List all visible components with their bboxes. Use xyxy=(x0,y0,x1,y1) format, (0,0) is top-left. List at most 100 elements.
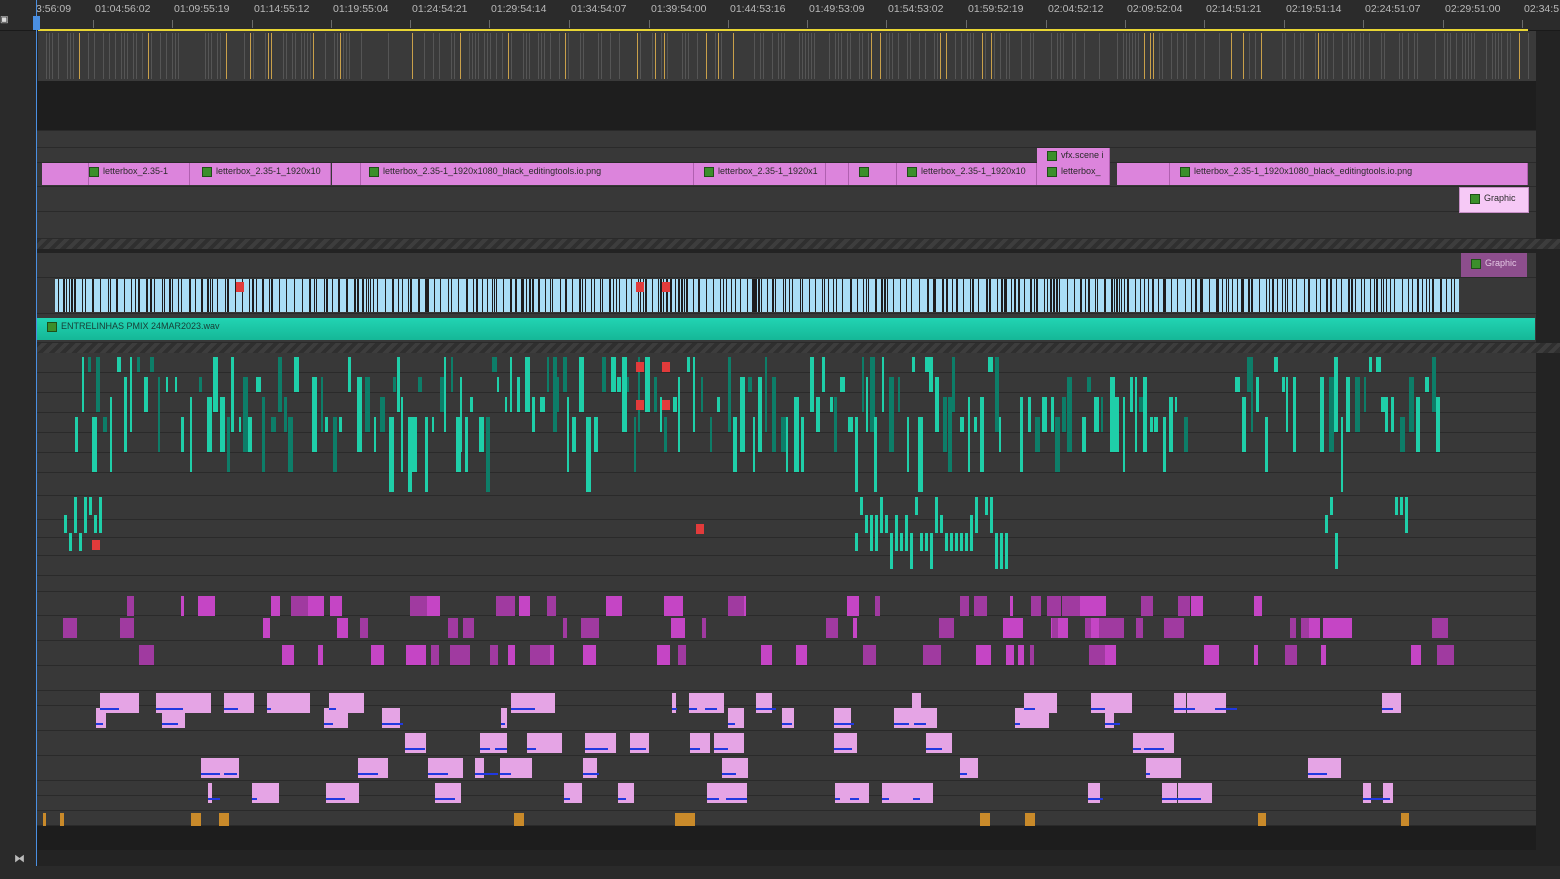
cut-line xyxy=(970,279,971,312)
overview-mark xyxy=(1354,33,1355,79)
overview-mark xyxy=(994,33,995,79)
cut-line xyxy=(69,279,70,312)
audio-clip-teal xyxy=(943,397,947,452)
overview-mark xyxy=(973,33,974,79)
overview-mark xyxy=(892,33,893,79)
overview-mark xyxy=(496,33,497,79)
cut-line xyxy=(1272,279,1274,312)
audio-level-line xyxy=(756,708,776,710)
cut-line xyxy=(162,279,163,312)
overview-mark xyxy=(1255,33,1256,79)
cut-line xyxy=(418,279,420,312)
audio-clip-light-magenta xyxy=(714,733,744,753)
audio-clip-magenta xyxy=(875,596,880,616)
overview-mark xyxy=(268,33,269,79)
audio-clip-magenta xyxy=(581,618,599,638)
overview-mark xyxy=(868,33,869,79)
audio-clip-teal xyxy=(907,417,909,472)
audio-clip-magenta xyxy=(1204,645,1219,665)
cut-line xyxy=(919,279,920,312)
overview-mark xyxy=(334,33,335,79)
cut-line xyxy=(271,279,273,312)
playhead[interactable] xyxy=(36,0,37,879)
audio-clip-teal xyxy=(579,357,584,412)
audio-clip-teal xyxy=(567,397,569,472)
cut-line xyxy=(706,279,707,312)
overview-mark xyxy=(49,33,50,79)
cut-line xyxy=(713,279,714,312)
audio-clip-teal xyxy=(1364,377,1366,412)
audio-clip-light-magenta xyxy=(201,758,224,778)
audio-clip-magenta xyxy=(337,618,348,638)
audio-clip-light-magenta xyxy=(223,758,239,778)
audio-clip-teal xyxy=(874,417,877,492)
overview-mark xyxy=(760,33,761,79)
overview-mark xyxy=(1351,33,1352,79)
cut-line xyxy=(1024,279,1025,312)
overview-mark xyxy=(301,33,302,79)
cut-line xyxy=(1080,279,1082,312)
cut-line xyxy=(373,279,374,312)
cut-line xyxy=(842,279,843,312)
audio-clip-magenta xyxy=(463,618,474,638)
audio-clip-magenta xyxy=(1254,596,1262,616)
cut-line xyxy=(402,279,403,312)
audio-level-line xyxy=(834,723,854,725)
overview-mark xyxy=(814,33,815,79)
audio-clip-magenta xyxy=(181,596,184,616)
audio-clip-magenta xyxy=(939,618,954,638)
cut-line xyxy=(726,279,727,312)
overview-mark xyxy=(1402,33,1403,79)
cut-line xyxy=(1259,279,1260,312)
cut-line xyxy=(1417,279,1419,312)
overview-mark xyxy=(1006,33,1007,79)
overview-mark xyxy=(808,33,809,79)
audio-clip-teal xyxy=(794,397,799,472)
cut-line xyxy=(582,279,583,312)
overview-mark xyxy=(838,33,839,79)
overview-mark xyxy=(1075,33,1076,79)
overview-mark xyxy=(1243,33,1244,79)
transition-marker xyxy=(636,362,644,372)
horizontal-scrollbar[interactable] xyxy=(36,866,1560,879)
audio-clip-teal xyxy=(380,397,385,432)
overview-mark xyxy=(526,33,527,79)
cut-line xyxy=(1095,279,1096,312)
cut-line xyxy=(346,279,348,312)
cut-line xyxy=(579,279,581,312)
overview-mark xyxy=(1327,33,1328,79)
audio-clip-teal xyxy=(432,417,434,432)
snap-icon[interactable]: ⧓ xyxy=(14,852,25,865)
overview-mark xyxy=(310,33,311,79)
timeline-panel[interactable]: 3:56:09 01:04:56:02 01:09:55:19 01:14:55:12… xyxy=(0,0,1560,879)
overview-mark xyxy=(1171,33,1172,79)
audio-clip-teal xyxy=(137,357,140,372)
audio-clip-teal xyxy=(866,377,868,432)
audio-clip-teal xyxy=(960,417,964,432)
audio-clip-teal xyxy=(1135,377,1137,452)
cut-line xyxy=(591,279,592,312)
audio-clip-teal xyxy=(840,377,845,392)
audio-clip-teal xyxy=(664,417,667,452)
sequence-settings-icon[interactable]: ▣ xyxy=(0,14,9,25)
audio-clip-magenta xyxy=(1321,645,1326,665)
audio-clip-teal xyxy=(975,497,978,533)
cut-line xyxy=(1165,279,1166,312)
cut-line xyxy=(1226,279,1227,312)
playhead-handle[interactable] xyxy=(33,16,40,30)
cut-line xyxy=(1370,279,1371,312)
cut-line xyxy=(1030,279,1032,312)
cut-line xyxy=(550,279,551,312)
audio-clip-teal xyxy=(92,417,97,472)
audio-clip-teal xyxy=(834,397,837,452)
audio-clip-teal xyxy=(988,357,993,372)
audio-clip-teal xyxy=(1335,533,1338,569)
audio-clip-teal xyxy=(1082,417,1086,452)
audio-level-line xyxy=(163,708,183,710)
audio-clip-teal xyxy=(627,377,629,392)
audio-clip-magenta xyxy=(1290,618,1296,638)
audio-clip-magenta xyxy=(1003,618,1023,638)
audio-clip-light-magenta xyxy=(834,708,851,728)
cut-line xyxy=(1394,279,1395,312)
overview-mark xyxy=(502,33,503,79)
